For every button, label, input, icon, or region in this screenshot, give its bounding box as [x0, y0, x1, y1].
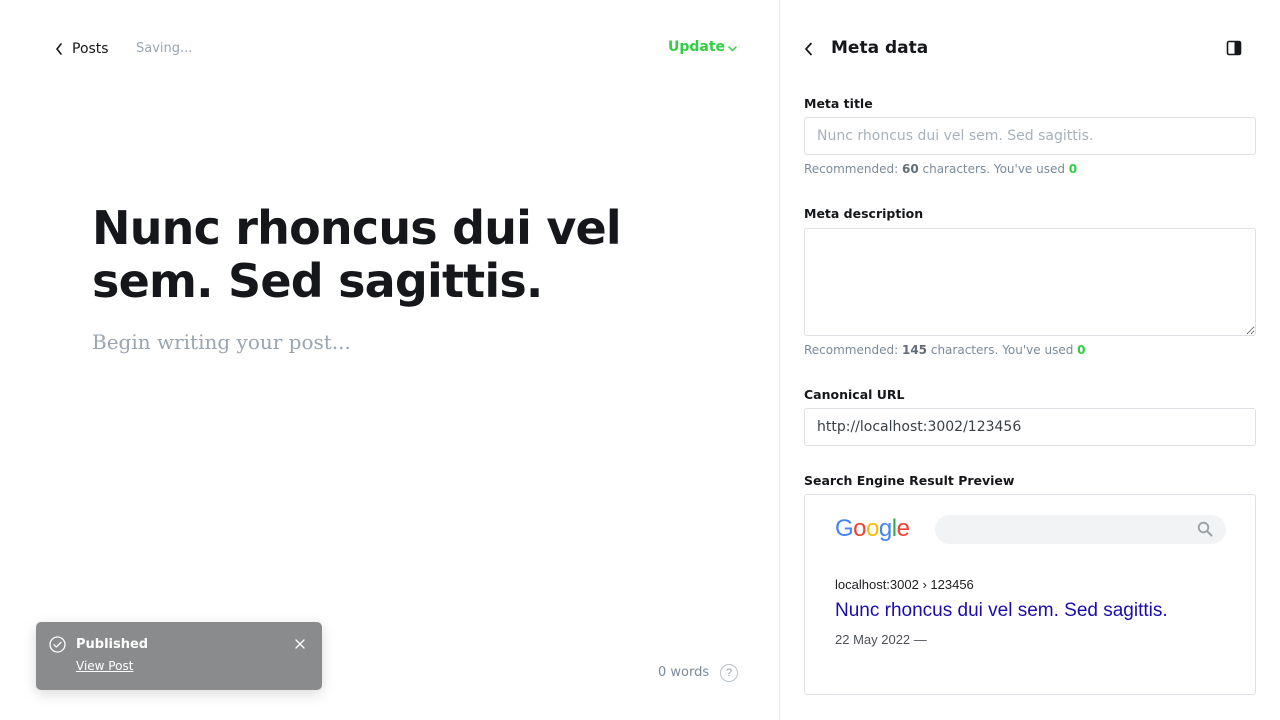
save-status: Saving...: [136, 41, 193, 56]
view-post-link[interactable]: View Post: [76, 659, 133, 673]
hint-prefix: Recommended:: [804, 162, 902, 176]
google-logo-letter: e: [896, 515, 910, 542]
settings-pane: Meta data Meta title Recommended: 60 cha…: [780, 0, 1280, 720]
hint-prefix: Recommended:: [804, 343, 902, 357]
meta-title-input[interactable]: [804, 117, 1256, 155]
toast-title: Published: [76, 637, 149, 652]
back-to-posts-link[interactable]: Posts: [55, 40, 109, 58]
serp-preview-label: Search Engine Result Preview: [804, 473, 1015, 488]
post-body-editor[interactable]: Begin writing your post...: [92, 330, 351, 354]
chevron-left-icon: [55, 40, 65, 58]
close-icon[interactable]: [294, 638, 306, 650]
meta-description-hint: Recommended: 145 characters. You've used…: [804, 343, 1086, 357]
serp-preview: Google localhost:3002 › 123456 Nunc rhon…: [804, 494, 1256, 695]
serp-result-title: Nunc rhoncus dui vel sem. Sed sagittis.: [835, 600, 1168, 621]
update-button-label: Update: [668, 39, 726, 55]
recommended-count: 145: [901, 343, 928, 357]
hint-middle: characters. You've used: [918, 162, 1069, 176]
check-circle-icon: [49, 636, 66, 653]
sidebar-toggle-icon[interactable]: [1226, 40, 1242, 56]
hint-middle: characters. You've used: [927, 343, 1078, 357]
google-logo-letter: g: [878, 515, 892, 542]
help-button[interactable]: ?: [720, 664, 738, 682]
question-mark-icon: ?: [725, 667, 733, 679]
back-to-posts-label: Posts: [72, 41, 109, 57]
canonical-url-input[interactable]: [804, 408, 1256, 446]
serp-result-date: 22 May 2022 —: [835, 632, 927, 647]
update-button[interactable]: Update: [668, 39, 737, 55]
settings-back-button[interactable]: [804, 40, 818, 58]
post-title[interactable]: Nunc rhoncus dui vel sem. Sed sagittis.: [92, 202, 732, 308]
meta-title-label: Meta title: [804, 96, 873, 111]
used-count: 0: [1077, 343, 1086, 357]
settings-heading: Meta data: [831, 38, 929, 58]
serp-breadcrumb: localhost:3002 › 123456: [835, 577, 974, 592]
chevron-down-icon: [728, 45, 737, 52]
meta-description-label: Meta description: [804, 206, 924, 221]
google-logo-letter: o: [853, 515, 867, 542]
canonical-url-label: Canonical URL: [804, 387, 905, 402]
word-count: 0 words: [658, 665, 710, 680]
published-toast: Published View Post: [36, 622, 322, 690]
google-logo-letter: o: [866, 515, 879, 542]
google-search-bar: [935, 515, 1226, 544]
meta-title-hint: Recommended: 60 characters. You've used …: [804, 162, 1077, 176]
meta-description-input[interactable]: [804, 228, 1256, 336]
editor-pane: Posts Saving... Update Nunc rhoncus dui …: [0, 0, 779, 720]
chevron-left-icon: [805, 42, 812, 56]
recommended-count: 60: [901, 162, 919, 176]
search-icon: [1197, 521, 1213, 537]
google-logo: Google: [835, 515, 910, 543]
used-count: 0: [1068, 162, 1078, 176]
google-logo-letter: G: [835, 515, 854, 542]
editor-topbar: Posts Saving... Update: [0, 0, 779, 98]
